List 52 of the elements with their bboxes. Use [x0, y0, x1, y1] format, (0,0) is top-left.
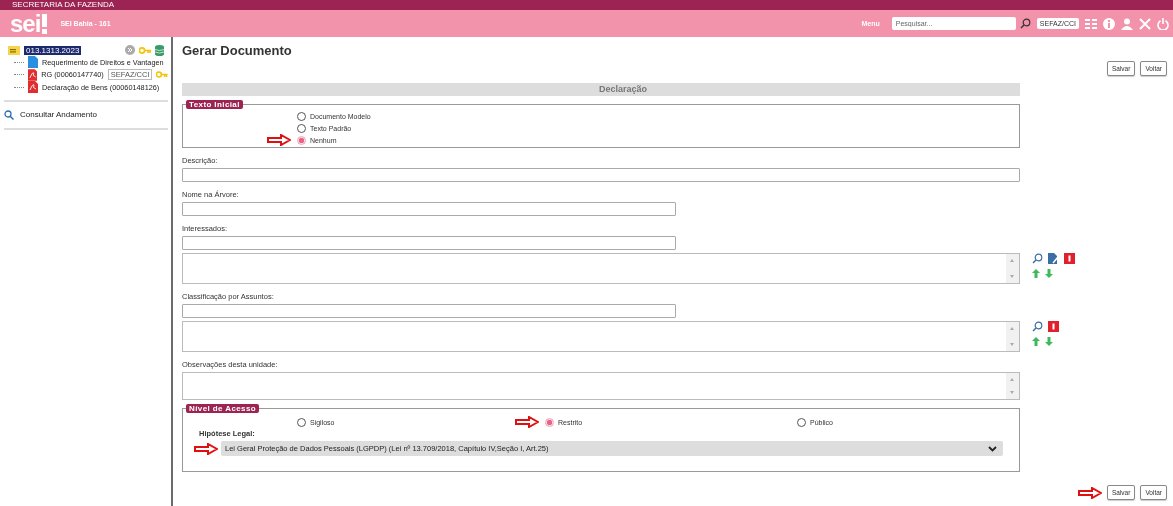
remove-icon[interactable] [1048, 321, 1059, 332]
chevron-icon [988, 445, 997, 452]
database-icon[interactable] [155, 44, 164, 56]
sidebar-link[interactable]: Consultar Andamento [20, 110, 97, 119]
radio-button[interactable] [545, 417, 554, 427]
section-header: Declaração [182, 83, 1020, 96]
power-icon[interactable] [1157, 17, 1169, 30]
input-field[interactable] [182, 236, 676, 250]
remove-icon[interactable] [1064, 253, 1075, 264]
document-icon [28, 56, 38, 69]
folder-icon [8, 45, 20, 55]
process-number[interactable]: 013.1313.2023 [24, 45, 82, 55]
radio-button[interactable] [797, 417, 806, 427]
page-title: Gerar Documento [182, 43, 292, 58]
arrow-icon [1077, 486, 1102, 499]
radio-button[interactable] [297, 135, 306, 145]
fieldset-legend: Nível de Acesso [186, 404, 260, 413]
input-field[interactable] [182, 304, 676, 318]
scrollbar[interactable] [1006, 322, 1019, 351]
move-down-icon[interactable] [1045, 269, 1053, 278]
info-icon[interactable] [1103, 17, 1115, 30]
search-icon[interactable] [1032, 321, 1043, 332]
search-icon[interactable] [1019, 18, 1031, 29]
radio-button[interactable] [297, 417, 306, 427]
grid-icon[interactable] [1085, 17, 1097, 30]
list-box[interactable] [182, 321, 1020, 352]
radio-button[interactable] [297, 111, 306, 121]
arrow-icon [194, 442, 218, 455]
scrollbar[interactable] [1006, 254, 1019, 283]
input-field[interactable] [182, 168, 1020, 182]
arrow-icon [515, 416, 539, 428]
move-up-icon[interactable] [1032, 337, 1040, 346]
user-icon[interactable] [1121, 17, 1133, 30]
key-icon[interactable] [139, 46, 151, 54]
fieldset-legend: Texto Inicial [186, 100, 243, 109]
arrow-icon [267, 134, 291, 146]
search-icon[interactable] [4, 109, 14, 120]
pdf-icon [27, 68, 38, 81]
pdf-icon [28, 81, 38, 94]
radio-button[interactable] [297, 123, 306, 133]
logo-mark-icon [41, 13, 49, 34]
organization-name: SECRETARIA DA FAZENDA [12, 0, 115, 10]
input-field[interactable] [182, 202, 676, 216]
edit-icon[interactable] [1048, 253, 1059, 264]
circle-icon[interactable] [125, 45, 135, 55]
search-icon[interactable] [1032, 253, 1043, 264]
list-box[interactable] [182, 253, 1020, 284]
key-icon[interactable] [156, 71, 168, 79]
move-down-icon[interactable] [1045, 337, 1053, 346]
scrollbar[interactable] [1006, 373, 1019, 399]
move-up-icon[interactable] [1032, 269, 1040, 278]
text-area[interactable] [182, 372, 1020, 400]
